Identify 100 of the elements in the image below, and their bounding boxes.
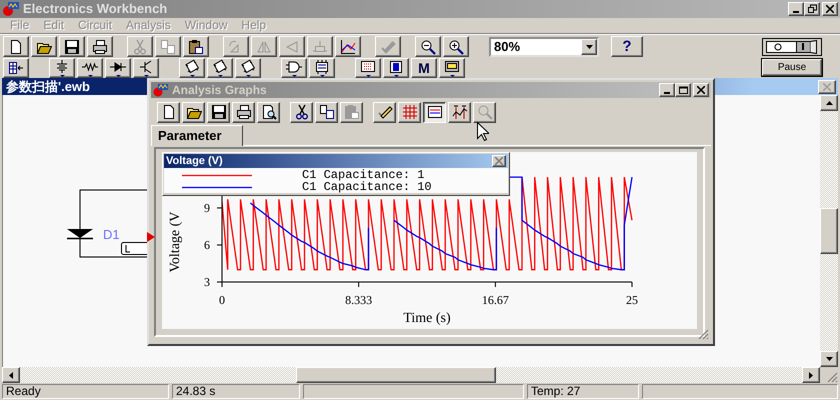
power-switch-icon xyxy=(765,40,819,54)
gate-icon xyxy=(286,59,302,78)
monitor-icon xyxy=(444,59,460,78)
close-button[interactable] xyxy=(818,80,836,94)
sources-button[interactable] xyxy=(49,58,75,78)
chip-icon xyxy=(314,59,330,78)
dropdown-button[interactable] xyxy=(581,38,597,55)
grid-button[interactable] xyxy=(398,102,421,123)
bins-button[interactable] xyxy=(3,58,29,78)
minimize-button[interactable] xyxy=(659,83,675,98)
tick-label: 16.67 xyxy=(482,293,509,308)
power-switch[interactable] xyxy=(762,38,822,56)
scroll-down-button[interactable] xyxy=(820,351,838,368)
clipboard-icon xyxy=(344,104,360,120)
scroll-right-button[interactable] xyxy=(802,367,820,384)
pointer-icon xyxy=(477,122,489,142)
scissors-icon xyxy=(132,38,148,55)
status-text: 24.83 s xyxy=(172,384,300,400)
cursors-button[interactable] xyxy=(448,102,471,123)
flip-flop-button[interactable] xyxy=(309,58,335,78)
chip-button[interactable] xyxy=(235,58,261,78)
document-title: 参数扫描'.ewb xyxy=(6,78,90,96)
tick-label: 0 xyxy=(219,293,225,308)
help-button[interactable]: ? xyxy=(611,36,643,58)
graph-button[interactable] xyxy=(335,36,361,58)
tick-label: 3 xyxy=(204,275,210,290)
close-icon xyxy=(823,82,831,91)
cut-button[interactable] xyxy=(290,102,313,123)
component-icon xyxy=(312,38,328,55)
diode-symbol xyxy=(67,229,93,240)
magnifier-page-icon xyxy=(260,104,276,120)
flip-icon xyxy=(284,38,300,55)
legend-button[interactable] xyxy=(423,102,446,123)
chip-icon xyxy=(240,59,256,78)
part-label: D1 xyxy=(103,227,120,242)
axis-title: Voltage (V xyxy=(168,212,183,273)
open-button[interactable] xyxy=(182,102,205,123)
zoom-out-icon xyxy=(420,38,436,55)
grid-icon xyxy=(402,104,418,120)
close-button[interactable] xyxy=(822,2,838,16)
resistor-button[interactable] xyxy=(77,58,103,78)
legend-label: C1 Capacitance: 1 xyxy=(302,168,424,182)
scrollbar-thumb[interactable] xyxy=(820,208,838,254)
paste-button[interactable] xyxy=(183,36,209,58)
close-icon xyxy=(495,157,503,166)
display-button[interactable] xyxy=(355,58,381,78)
cursor-lines-icon xyxy=(452,104,468,120)
page-icon xyxy=(8,38,24,55)
close-button[interactable] xyxy=(492,155,506,168)
restore-button[interactable] xyxy=(804,2,820,16)
transistor-icon xyxy=(138,59,154,78)
printer-icon xyxy=(92,38,108,55)
window-title: Analysis Graphs xyxy=(172,83,268,98)
function-button[interactable] xyxy=(383,58,409,78)
print-button[interactable] xyxy=(232,102,255,123)
gate-button[interactable] xyxy=(281,58,307,78)
print-button[interactable] xyxy=(87,36,113,58)
close-button[interactable] xyxy=(693,83,709,98)
zoom-in-button[interactable] xyxy=(443,36,469,58)
down-arrow-icon xyxy=(826,357,832,362)
zoom-out-button[interactable] xyxy=(415,36,441,58)
legend-label: C1 Capacitance: 10 xyxy=(302,180,432,194)
magnifier-icon xyxy=(476,104,492,120)
minimize-icon xyxy=(664,92,670,94)
chip-icon xyxy=(212,59,228,78)
zoom-dropdown[interactable]: 80% xyxy=(489,36,599,57)
scrollbar-thumb[interactable] xyxy=(296,367,496,384)
status-text: Temp: 27 xyxy=(527,384,639,400)
minimize-button[interactable] xyxy=(788,2,804,16)
pages-icon xyxy=(160,38,176,55)
transistor-button[interactable] xyxy=(133,58,159,78)
tab[interactable]: Parameter xyxy=(151,125,243,146)
new-file-button[interactable] xyxy=(3,36,29,58)
right-arrow-icon xyxy=(809,372,813,379)
scroll-up-button[interactable] xyxy=(820,95,838,112)
chip-button[interactable] xyxy=(179,58,205,78)
app-icon xyxy=(153,83,169,98)
copy-button[interactable] xyxy=(315,102,338,123)
module-icon xyxy=(388,59,404,78)
diode-button[interactable] xyxy=(105,58,131,78)
tick-label: 9 xyxy=(204,201,210,216)
app-icon xyxy=(2,0,20,17)
pencil-icon xyxy=(380,38,396,55)
status-text: Ready xyxy=(2,384,169,400)
edit-button[interactable] xyxy=(373,102,396,123)
new-file-button[interactable] xyxy=(157,102,180,123)
instrument-button[interactable] xyxy=(439,58,465,78)
preview-button[interactable] xyxy=(257,102,280,123)
floppy-icon xyxy=(64,38,80,55)
toolbar-button[interactable]: M xyxy=(411,58,437,78)
maximize-button[interactable] xyxy=(675,83,691,98)
chip-button[interactable] xyxy=(207,58,233,78)
close-icon xyxy=(826,4,834,13)
open-button[interactable] xyxy=(31,36,57,58)
save-button[interactable] xyxy=(59,36,85,58)
floppy-icon xyxy=(210,104,226,120)
close-icon xyxy=(697,86,705,94)
scroll-left-button[interactable] xyxy=(2,367,20,384)
pause-button[interactable]: Pause xyxy=(762,59,822,76)
save-button[interactable] xyxy=(207,102,230,123)
